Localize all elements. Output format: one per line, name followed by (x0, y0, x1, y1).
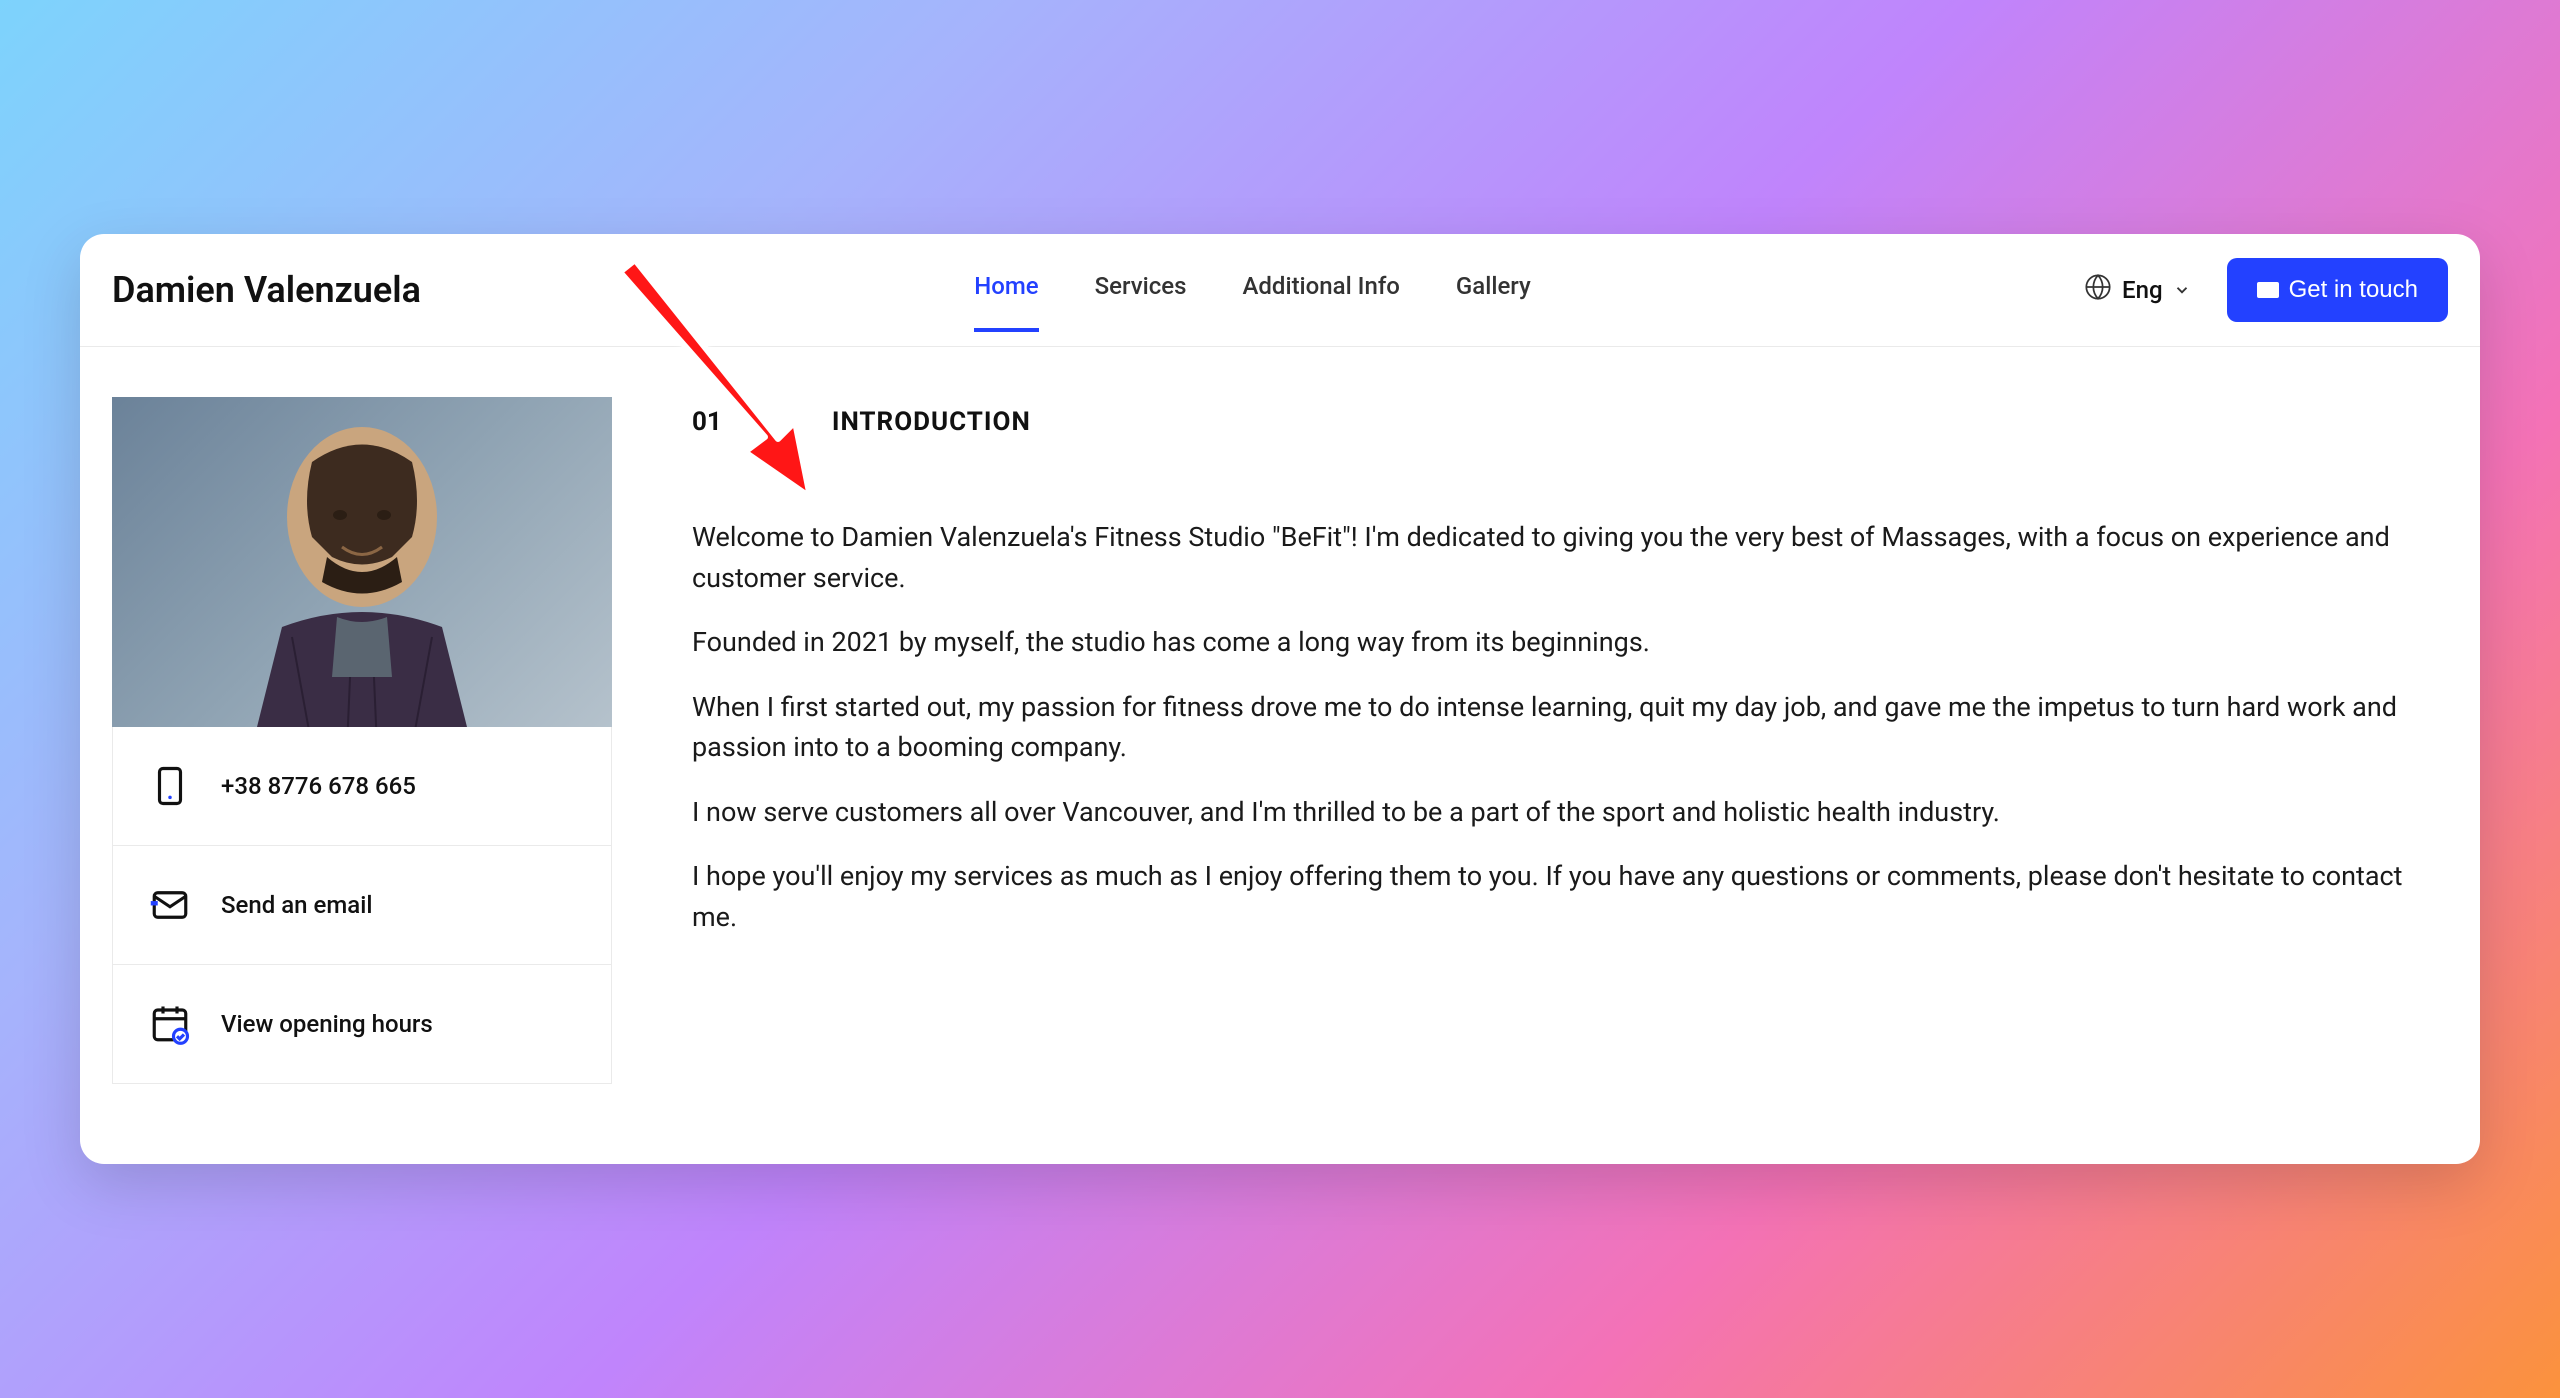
site-title: Damien Valenzuela (112, 269, 421, 335)
header-right: Eng Get in touch (2084, 258, 2448, 346)
intro-paragraph: I hope you'll enjoy my services as much … (692, 856, 2448, 937)
nav-services[interactable]: Services (1095, 272, 1187, 332)
section-number: 01 (692, 407, 722, 437)
sidebar: +38 8776 678 665 Send an email (112, 397, 612, 1084)
chevron-down-icon (2173, 281, 2191, 299)
email-icon (149, 884, 191, 926)
intro-text: Welcome to Damien Valenzuela's Fitness S… (692, 517, 2448, 937)
phone-text: +38 8776 678 665 (221, 772, 416, 800)
nav-home[interactable]: Home (974, 272, 1038, 332)
intro-paragraph: When I first started out, my passion for… (692, 687, 2448, 768)
app-window: Damien Valenzuela Home Services Addition… (80, 234, 2480, 1164)
nav-gallery[interactable]: Gallery (1456, 272, 1531, 332)
email-text: Send an email (221, 891, 372, 919)
language-selector[interactable]: Eng (2084, 273, 2191, 307)
phone-icon (149, 765, 191, 807)
main-nav: Home Services Additional Info Gallery (974, 272, 1531, 332)
nav-additional-info[interactable]: Additional Info (1242, 272, 1399, 332)
language-label: Eng (2122, 276, 2163, 304)
hours-text: View opening hours (221, 1010, 433, 1038)
phone-card[interactable]: +38 8776 678 665 (112, 727, 612, 846)
globe-icon (2084, 273, 2112, 307)
section-title: INTRODUCTION (832, 407, 1031, 437)
intro-paragraph: Welcome to Damien Valenzuela's Fitness S… (692, 517, 2448, 598)
profile-image (112, 397, 612, 727)
content: +38 8776 678 665 Send an email (80, 347, 2480, 1164)
section-header: 01 INTRODUCTION (692, 407, 2448, 437)
hours-card[interactable]: View opening hours (112, 965, 612, 1084)
get-in-touch-button[interactable]: Get in touch (2227, 258, 2448, 322)
email-card[interactable]: Send an email (112, 846, 612, 965)
intro-paragraph: I now serve customers all over Vancouver… (692, 792, 2448, 833)
calendar-icon (149, 1003, 191, 1045)
intro-paragraph: Founded in 2021 by myself, the studio ha… (692, 622, 2448, 663)
header: Damien Valenzuela Home Services Addition… (80, 234, 2480, 347)
main-content: 01 INTRODUCTION Welcome to Damien Valenz… (692, 397, 2448, 1084)
cta-label: Get in touch (2289, 276, 2418, 304)
envelope-icon (2257, 282, 2279, 298)
